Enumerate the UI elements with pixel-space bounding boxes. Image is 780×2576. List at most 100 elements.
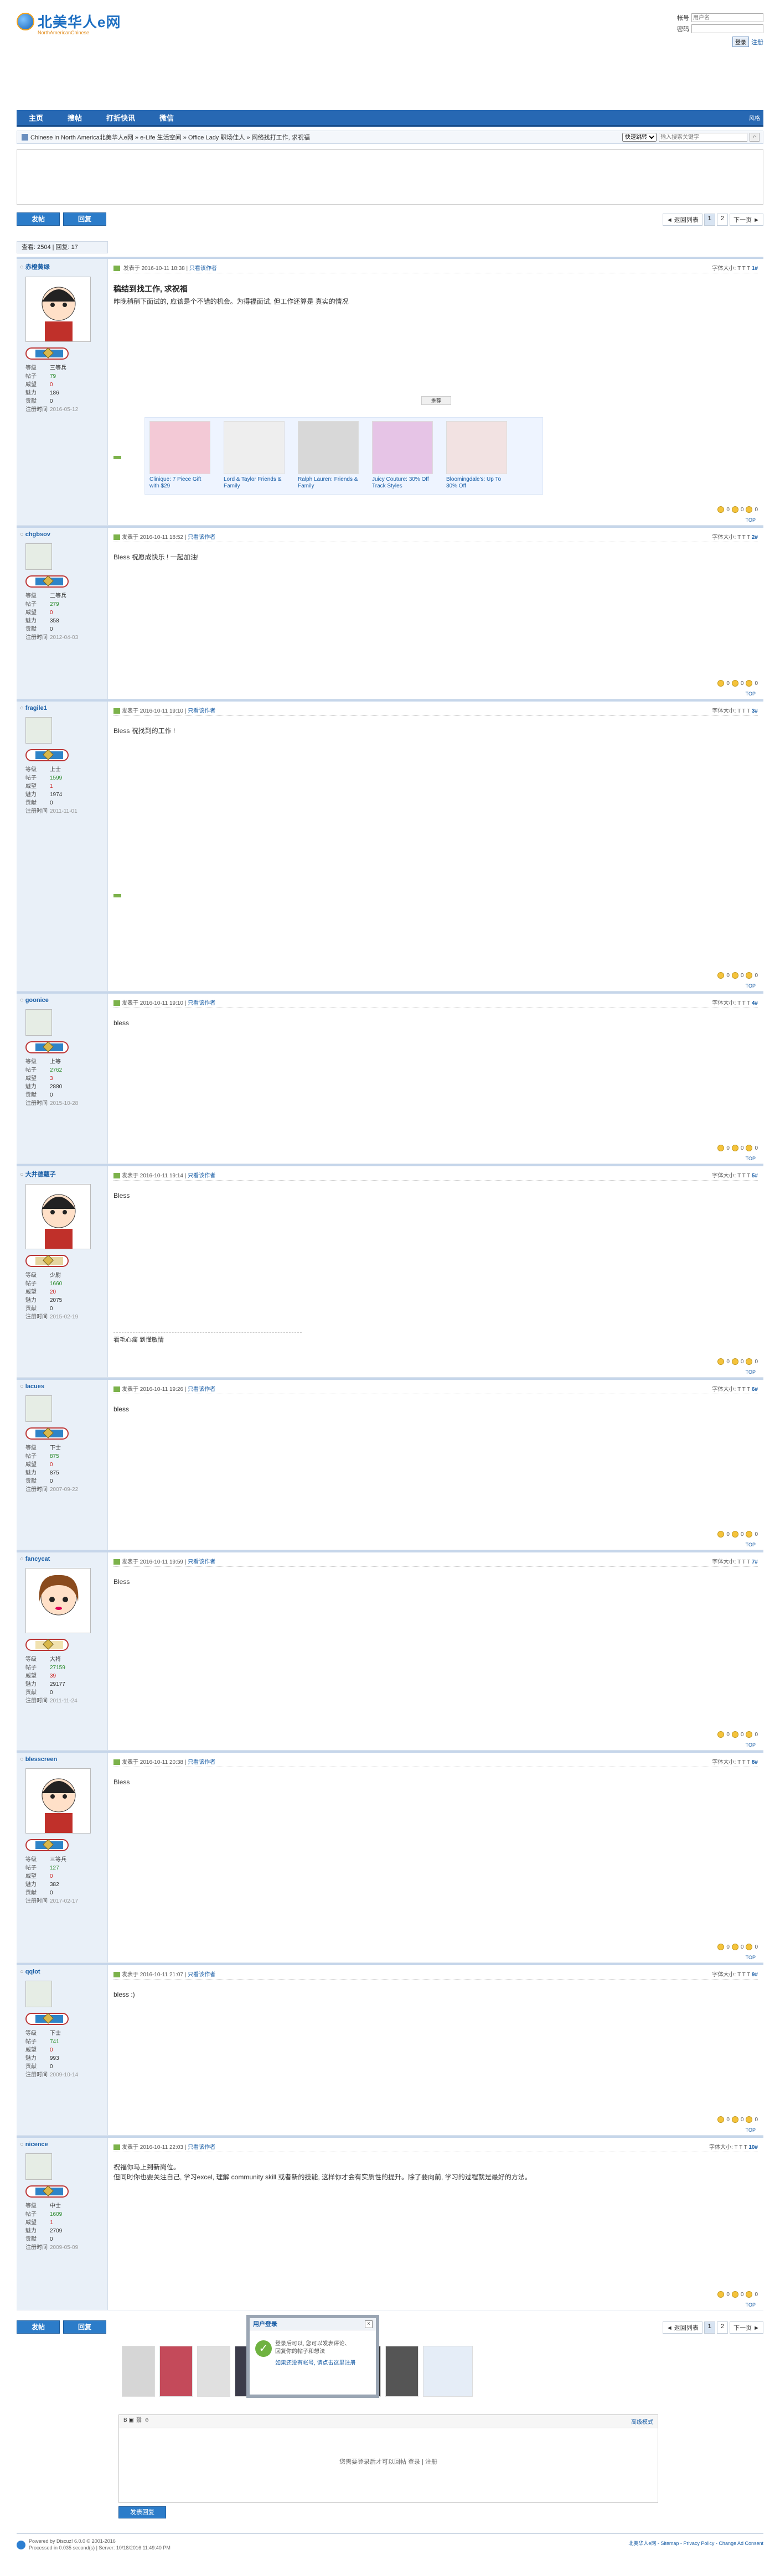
- avatar[interactable]: [25, 1184, 91, 1249]
- smile-icon[interactable]: [746, 972, 753, 979]
- search-input[interactable]: [659, 133, 747, 142]
- ad-item[interactable]: Clinique: 7 Piece Gift with $29: [149, 421, 210, 491]
- advanced-mode-link[interactable]: 高级模式: [631, 2417, 653, 2426]
- smile-icon[interactable]: [731, 1531, 738, 1538]
- smile-icon[interactable]: [731, 2116, 738, 2123]
- back-to-top[interactable]: TOP: [746, 1742, 756, 1748]
- new-post-button[interactable]: 发帖: [17, 2320, 60, 2334]
- smile-icon[interactable]: [731, 972, 738, 979]
- product-thumb[interactable]: [122, 2346, 155, 2397]
- smile-icon[interactable]: [746, 1145, 753, 1151]
- page-1[interactable]: 1: [704, 214, 715, 226]
- page-2[interactable]: 2: [716, 214, 729, 226]
- search-icon[interactable]: ⌕: [750, 133, 760, 142]
- login-required-note[interactable]: 您需要登录后才可以回帖 登录 | 注册: [119, 2457, 658, 2466]
- back-to-top[interactable]: TOP: [746, 691, 756, 697]
- avatar[interactable]: [25, 1768, 91, 1834]
- floor-number[interactable]: 3#: [752, 708, 758, 714]
- author-name[interactable]: fragile1: [20, 705, 104, 711]
- product-thumb[interactable]: [423, 2346, 473, 2397]
- author-name[interactable]: fancycat: [20, 1556, 104, 1562]
- smile-icon[interactable]: [731, 680, 738, 687]
- ad-item[interactable]: Lord & Taylor Friends & Family: [224, 421, 285, 491]
- submit-reply-button[interactable]: 发表回复: [118, 2506, 166, 2518]
- smile-icon[interactable]: [746, 506, 753, 513]
- smile-icon[interactable]: [717, 1731, 725, 1738]
- smile-icon[interactable]: [717, 1358, 725, 1365]
- back-to-top[interactable]: TOP: [746, 1955, 756, 1960]
- nav-item-wechat[interactable]: 微信: [147, 112, 186, 123]
- smile-icon[interactable]: [746, 2291, 753, 2298]
- product-thumb[interactable]: [197, 2346, 230, 2397]
- password-input[interactable]: [691, 24, 763, 33]
- author-name[interactable]: blesscreen: [20, 1756, 104, 1763]
- back-to-top[interactable]: TOP: [746, 517, 756, 523]
- smile-icon[interactable]: [746, 2116, 753, 2123]
- avatar[interactable]: [25, 1395, 52, 1422]
- author-name[interactable]: lacues: [20, 1383, 104, 1390]
- floor-number[interactable]: 8#: [752, 1759, 758, 1765]
- bold-icon[interactable]: B: [123, 2417, 127, 2423]
- smile-icon[interactable]: [746, 680, 753, 687]
- floor-number[interactable]: 2#: [752, 534, 758, 541]
- smile-icon[interactable]: [717, 972, 725, 979]
- floor-number[interactable]: 6#: [752, 1386, 758, 1393]
- next-page[interactable]: 下一页 ►: [730, 214, 763, 226]
- author-name[interactable]: 大井德蘿子: [20, 1170, 104, 1178]
- link-icon[interactable]: ⛓: [136, 2417, 143, 2423]
- view-author-link[interactable]: 只看该作者: [188, 1386, 215, 1393]
- author-name[interactable]: chgbsov: [20, 531, 104, 538]
- view-author-link[interactable]: 只看该作者: [188, 534, 215, 541]
- emoticon-icon[interactable]: ☺: [144, 2417, 149, 2423]
- product-thumb[interactable]: [159, 2346, 193, 2397]
- avatar[interactable]: [25, 717, 52, 744]
- smile-icon[interactable]: [717, 506, 725, 513]
- smile-icon[interactable]: [731, 2291, 738, 2298]
- avatar[interactable]: [25, 1981, 52, 2007]
- floor-number[interactable]: 1#: [752, 266, 758, 272]
- back-to-top[interactable]: TOP: [746, 1369, 756, 1375]
- smile-icon[interactable]: [717, 1531, 725, 1538]
- breadcrumb[interactable]: Chinese in North America北美华人e网 » e-Life …: [30, 133, 310, 142]
- ad-item[interactable]: Bloomingdale's: Up To 30% Off: [446, 421, 507, 491]
- avatar[interactable]: [25, 1568, 91, 1633]
- nav-item-search[interactable]: 搜帖: [55, 112, 94, 123]
- avatar[interactable]: [25, 1009, 52, 1036]
- view-author-link[interactable]: 只看该作者: [188, 1759, 215, 1765]
- smile-icon[interactable]: [717, 2291, 725, 2298]
- register-link[interactable]: 注册: [751, 38, 763, 46]
- author-name[interactable]: goonice: [20, 997, 104, 1004]
- nav-item-deals[interactable]: 打折快讯: [94, 112, 147, 123]
- author-name[interactable]: 赤橙黄绿: [20, 262, 104, 271]
- view-author-link[interactable]: 只看该作者: [188, 1173, 215, 1179]
- view-author-link[interactable]: 只看该作者: [188, 708, 215, 714]
- view-author-link[interactable]: 只看该作者: [188, 1972, 215, 1978]
- nav-item-home[interactable]: 主页: [17, 112, 55, 123]
- smile-icon[interactable]: [731, 1731, 738, 1738]
- author-name[interactable]: nicence: [20, 2141, 104, 2148]
- smile-icon[interactable]: [746, 1944, 753, 1950]
- avatar[interactable]: [25, 277, 91, 342]
- quick-jump-select[interactable]: 快速跳转: [622, 133, 657, 142]
- new-post-button[interactable]: 发帖: [17, 212, 60, 226]
- smile-icon[interactable]: [746, 1531, 753, 1538]
- footer-links[interactable]: 北美华人e网 - Sitemap - Privacy Policy - Chan…: [628, 2539, 763, 2547]
- back-to-list[interactable]: ◄ 返回列表: [662, 214, 702, 226]
- back-to-top[interactable]: TOP: [746, 2127, 756, 2133]
- avatar[interactable]: [25, 543, 52, 570]
- smile-icon[interactable]: [717, 1944, 725, 1950]
- smile-icon[interactable]: [746, 1358, 753, 1365]
- back-to-list[interactable]: ◄ 返回列表: [662, 2321, 702, 2334]
- product-thumb[interactable]: [385, 2346, 419, 2397]
- close-icon[interactable]: ×: [365, 2320, 373, 2328]
- smile-icon[interactable]: [717, 2116, 725, 2123]
- view-author-link[interactable]: 只看该作者: [188, 1000, 215, 1006]
- floor-number[interactable]: 7#: [752, 1559, 758, 1565]
- avatar[interactable]: [25, 2153, 52, 2180]
- smile-icon[interactable]: [746, 1731, 753, 1738]
- smile-icon[interactable]: [717, 1145, 725, 1151]
- home-icon[interactable]: [22, 134, 28, 141]
- site-logo[interactable]: 北美华人e网 NorthAmericanChinese: [17, 11, 121, 35]
- ad-recommend-label[interactable]: 推荐: [421, 396, 451, 405]
- ad-item[interactable]: Ralph Lauren: Friends & Family: [298, 421, 359, 491]
